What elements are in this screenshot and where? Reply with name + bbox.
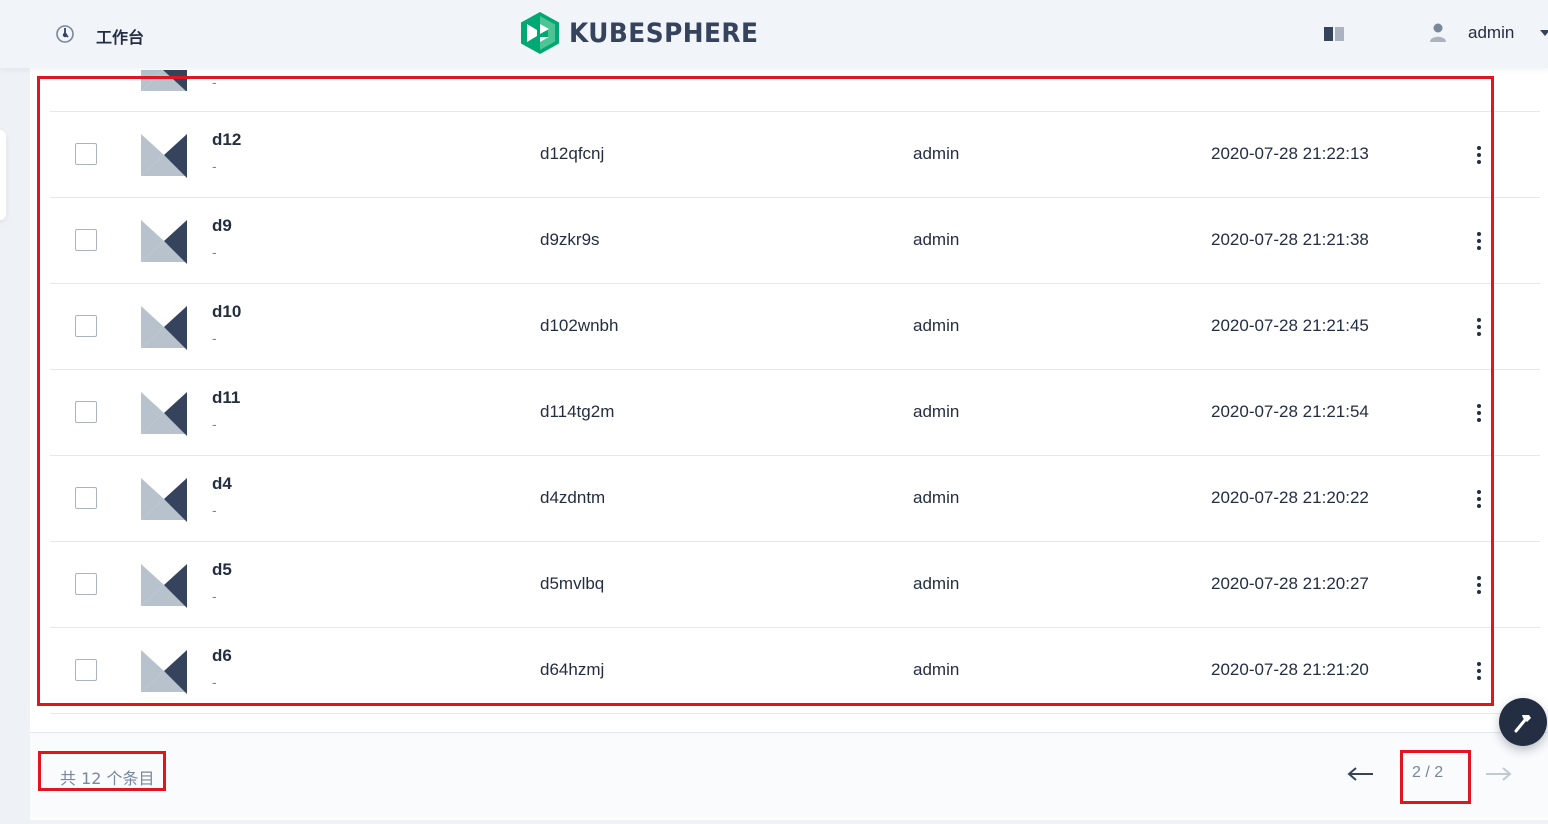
project-id: d9zkr9s: [540, 230, 600, 249]
project-id: d114tg2m: [540, 402, 615, 421]
row-checkbox[interactable]: [75, 143, 97, 165]
project-description: -: [212, 244, 217, 260]
row-checkbox[interactable]: [75, 487, 97, 509]
workbench-link[interactable]: 工作台: [96, 24, 144, 48]
project-icon: [141, 134, 187, 178]
kubesphere-logo-mark: [521, 12, 559, 54]
more-vertical-icon[interactable]: [1470, 312, 1488, 342]
chevron-down-icon[interactable]: [1540, 30, 1548, 36]
project-name[interactable]: d9: [212, 216, 232, 236]
project-id: d5mvlbq: [540, 574, 605, 593]
top-navbar: 工作台 KUBESPHERE admin: [0, 0, 1548, 68]
row-checkbox[interactable]: [75, 315, 97, 337]
project-created-time: 2020-07-28 21:21:38: [1211, 230, 1369, 249]
project-created-time: 2020-07-28 21:20:27: [1211, 574, 1369, 593]
project-creator: admin: [913, 230, 960, 249]
project-creator: admin: [913, 574, 960, 593]
project-name[interactable]: d6: [212, 646, 232, 666]
table-row[interactable]: d9 - d9zkr9s admin 2020-07-28 21:21:38: [50, 198, 1540, 284]
project-creator: admin: [913, 144, 960, 163]
project-name[interactable]: d12: [212, 130, 241, 150]
project-id: d102wnbh: [540, 316, 619, 335]
project-creator: admin: [913, 402, 960, 421]
toolbox-button[interactable]: [1499, 698, 1547, 746]
project-icon: [141, 70, 187, 91]
more-vertical-icon[interactable]: [1470, 656, 1488, 686]
project-name[interactable]: d10: [212, 302, 241, 322]
user-icon[interactable]: [1430, 23, 1446, 43]
project-icon: [141, 564, 187, 608]
project-icon: [141, 306, 187, 350]
logo-text: KUBESPHERE: [569, 17, 759, 49]
project-description: -: [212, 502, 217, 518]
project-description: -: [212, 674, 217, 690]
row-checkbox[interactable]: [75, 401, 97, 423]
more-vertical-icon[interactable]: [1470, 226, 1488, 256]
row-checkbox[interactable]: [75, 229, 97, 251]
row-checkbox[interactable]: [75, 659, 97, 681]
project-creator: admin: [913, 316, 960, 335]
kubesphere-logo[interactable]: KUBESPHERE: [521, 11, 775, 55]
table-row[interactable]: d11 - d114tg2m admin 2020-07-28 21:21:54: [50, 370, 1540, 456]
table-row[interactable]: d12 - d12qfcnj admin 2020-07-28 21:22:13: [50, 112, 1540, 198]
project-created-time: 2020-07-28 21:21:54: [1211, 402, 1369, 421]
more-vertical-icon[interactable]: [1470, 140, 1488, 170]
more-vertical-icon[interactable]: [1470, 398, 1488, 428]
project-creator: admin: [913, 660, 960, 679]
book-icon[interactable]: [1323, 26, 1345, 42]
project-name[interactable]: d11: [212, 388, 240, 408]
project-created-time: 2020-07-28 21:21:20: [1211, 660, 1369, 679]
project-created-time: 2020-07-28 21:22:13: [1211, 144, 1369, 163]
more-vertical-icon[interactable]: [1470, 484, 1488, 514]
arrow-right-icon[interactable]: [1485, 767, 1513, 781]
project-name[interactable]: d5: [212, 560, 232, 580]
project-id: d12qfcnj: [540, 144, 605, 163]
side-panel-edge: [0, 130, 6, 220]
user-menu[interactable]: admin: [1468, 23, 1514, 43]
table-row[interactable]: d6 - d64hzmj admin 2020-07-28 21:21:20: [50, 628, 1540, 714]
more-vertical-icon[interactable]: [1470, 570, 1488, 600]
project-description: -: [212, 588, 217, 604]
project-id: d4zdntm: [540, 488, 606, 507]
project-creator: admin: [913, 488, 960, 507]
hammer-icon: [1514, 715, 1531, 733]
dashboard-icon[interactable]: [56, 25, 74, 43]
project-description: -: [212, 158, 217, 174]
project-icon: [141, 650, 187, 694]
project-created-time: 2020-07-28 21:21:45: [1211, 316, 1369, 335]
project-id: d64hzmj: [540, 660, 605, 679]
row-checkbox[interactable]: [75, 573, 97, 595]
table-row[interactable]: d5 - d5mvlbq admin 2020-07-28 21:20:27: [50, 542, 1540, 628]
project-list-card: - d12 - d12qfcnj admin 2020-07-28 21:22:…: [30, 68, 1548, 820]
project-icon: [141, 220, 187, 264]
pagination-footer: 共 12 个条目 2 / 2: [30, 732, 1548, 818]
project-description: -: [212, 416, 217, 432]
total-count: 共 12 个条目: [60, 769, 155, 788]
arrow-left-icon[interactable]: [1346, 767, 1374, 781]
table-row[interactable]: d4 - d4zdntm admin 2020-07-28 21:20:22: [50, 456, 1540, 542]
project-description: -: [212, 330, 217, 346]
table-row-partial: -: [50, 68, 1540, 112]
row-description: -: [212, 74, 217, 90]
project-created-time: 2020-07-28 21:20:22: [1211, 488, 1369, 507]
project-icon: [141, 392, 187, 436]
page-indicator: 2 / 2: [1412, 764, 1444, 781]
table-row[interactable]: d10 - d102wnbh admin 2020-07-28 21:21:45: [50, 284, 1540, 370]
project-icon: [141, 478, 187, 522]
project-name[interactable]: d4: [212, 474, 232, 494]
